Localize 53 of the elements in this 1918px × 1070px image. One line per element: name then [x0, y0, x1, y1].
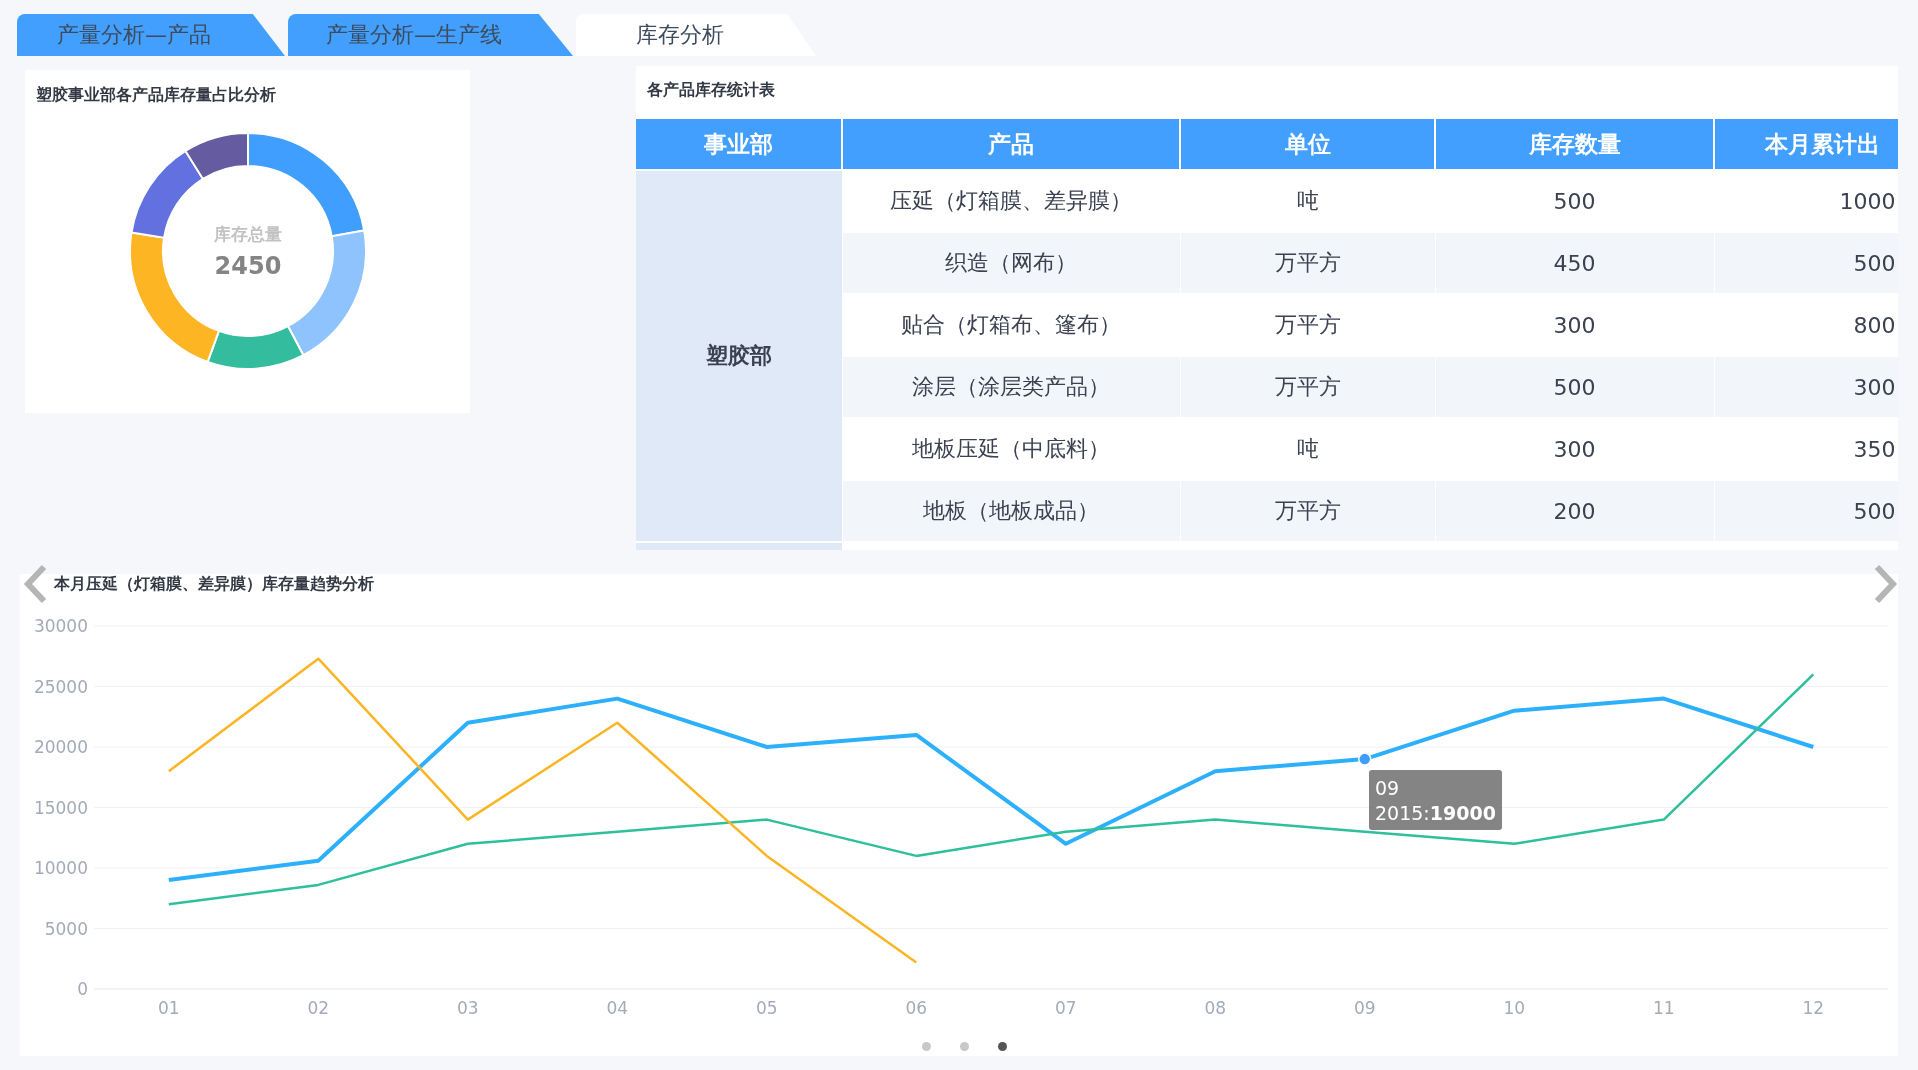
table-cell: 涂层（涂层类产品）: [842, 356, 1180, 418]
y-tick-label: 15000: [33, 797, 88, 818]
tooltip-title: 09: [1375, 776, 1401, 801]
center-label: 库存总量: [214, 222, 282, 246]
y-tick-label: 5000: [44, 918, 88, 939]
x-tick-label: 07: [1054, 998, 1077, 1018]
table-cell: 500: [1435, 356, 1714, 418]
tooltip-value: 2015:19000: [1375, 801, 1496, 826]
page-dot[interactable]: [998, 1042, 1007, 1051]
y-tick-label: 10000: [33, 858, 88, 878]
data-point-marker[interactable]: [1358, 752, 1372, 766]
tab[interactable]: 库存分析: [576, 14, 816, 56]
page-dot[interactable]: [960, 1042, 969, 1051]
x-tick-label: 01: [157, 998, 180, 1018]
panel-title: 塑胶事业部各产品库存量占比分析: [36, 85, 277, 106]
table-cell: 200: [1435, 480, 1714, 542]
x-tick-label: 09: [1353, 998, 1376, 1018]
x-tick-label: 10: [1503, 998, 1526, 1018]
table-cell: 500: [1714, 480, 1898, 542]
x-tick-label: 11: [1652, 998, 1675, 1018]
x-tick-label: 04: [606, 998, 629, 1018]
column-header: 产品: [842, 118, 1180, 170]
x-tick-label: 08: [1204, 998, 1227, 1018]
y-tick-label: 25000: [33, 676, 88, 697]
table-cell: 万平方: [1180, 480, 1435, 542]
table-cell: 450: [1435, 232, 1714, 294]
column-header: 事业部: [636, 118, 842, 170]
table-cell: 300: [1714, 356, 1898, 418]
y-tick-label: 20000: [33, 737, 88, 757]
panel-title: 本月压延（灯箱膜、差异膜）库存量趋势分析: [54, 574, 374, 595]
x-tick-label: 02: [307, 998, 330, 1018]
y-tick-label: 0: [77, 979, 88, 999]
center-value: 2450: [214, 251, 282, 280]
panel-title: 各产品库存统计表: [646, 79, 776, 101]
table-cell: 织造（网布）: [842, 232, 1180, 294]
department-cell: 塑胶部: [636, 170, 842, 542]
table-cell: 万平方: [1180, 232, 1435, 294]
table-cell: 万平方: [1180, 356, 1435, 418]
column-header: 库存数量: [1435, 118, 1714, 170]
x-tick-label: 12: [1802, 998, 1825, 1018]
x-tick-label: 06: [905, 998, 928, 1018]
column-header: 单位: [1180, 118, 1435, 170]
table-cell: 500: [1714, 232, 1898, 294]
x-tick-label: 03: [456, 998, 479, 1018]
y-tick-label: 30000: [33, 616, 88, 636]
page-dot[interactable]: [922, 1042, 931, 1051]
x-tick-label: 05: [755, 998, 778, 1018]
column-header: 本月累计出: [1714, 118, 1898, 170]
chevron-left-icon[interactable]: [22, 564, 48, 604]
tab[interactable]: 产量分析—生产线: [288, 14, 573, 56]
table-cell: 地板（地板成品）: [842, 480, 1180, 542]
tab[interactable]: 产量分析—产品: [17, 14, 285, 56]
chevron-right-icon[interactable]: [1873, 564, 1899, 604]
